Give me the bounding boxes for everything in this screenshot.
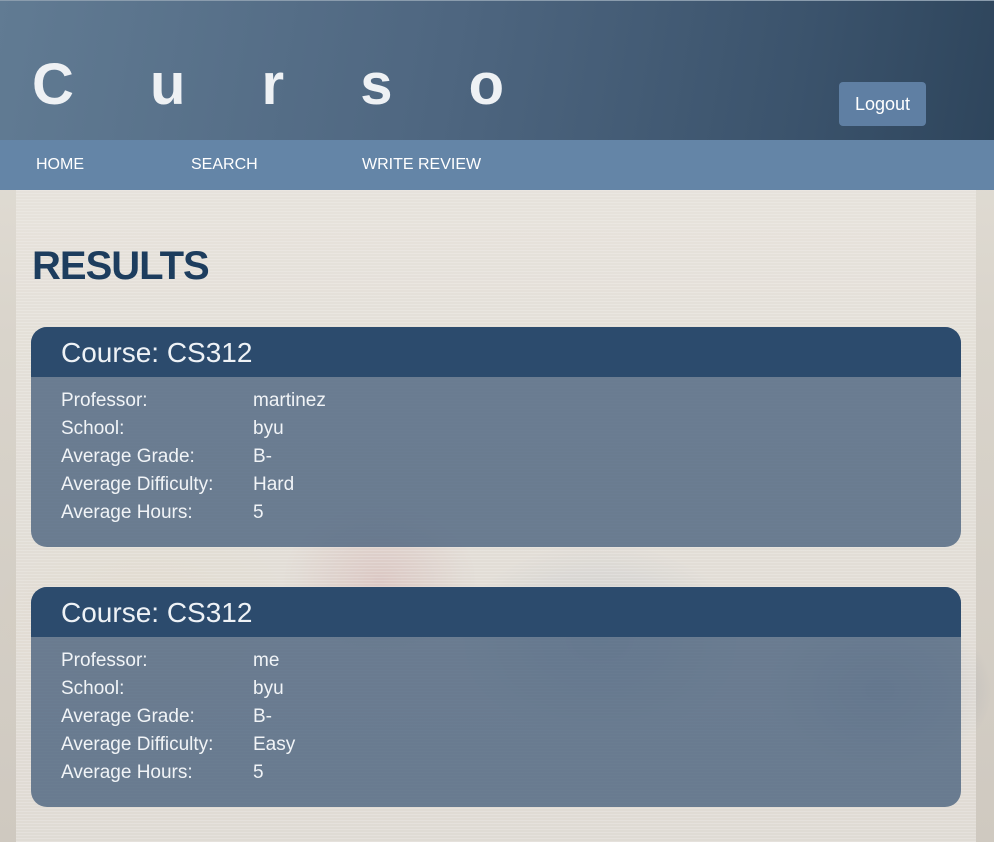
- difficulty-value: Easy: [253, 734, 296, 755]
- difficulty-label: Average Difficulty:: [61, 734, 214, 755]
- school-row: School: byu: [61, 675, 961, 703]
- main-content: RESULTS Course: CS312 Professor: martine…: [16, 190, 976, 842]
- hours-row: Average Hours: 5: [61, 759, 961, 787]
- nav-home[interactable]: HOME: [36, 140, 84, 190]
- school-value: byu: [253, 678, 284, 699]
- grade-value: B-: [253, 446, 272, 467]
- hours-row: Average Hours: 5: [61, 499, 961, 527]
- school-label: School:: [61, 418, 125, 439]
- grade-value: B-: [253, 706, 272, 727]
- difficulty-row: Average Difficulty: Easy: [61, 731, 961, 759]
- nav-write-review[interactable]: WRITE REVIEW: [362, 140, 481, 190]
- hours-value: 5: [253, 502, 264, 523]
- professor-label: Professor:: [61, 390, 148, 411]
- difficulty-label: Average Difficulty:: [61, 474, 214, 495]
- course-details: Professor: me School: byu Average Grade:…: [31, 637, 961, 787]
- site-header: C u r s o Logout: [0, 0, 994, 140]
- course-title: Course: CS312: [31, 587, 961, 637]
- school-value: byu: [253, 418, 284, 439]
- course-details: Professor: martinez School: byu Average …: [31, 377, 961, 527]
- grade-row: Average Grade: B-: [61, 443, 961, 471]
- grade-row: Average Grade: B-: [61, 703, 961, 731]
- professor-row: Professor: martinez: [61, 387, 961, 415]
- nav-bar: HOME SEARCH WRITE REVIEW: [0, 140, 994, 190]
- school-row: School: byu: [61, 415, 961, 443]
- hours-label: Average Hours:: [61, 502, 193, 523]
- page-title: RESULTS: [32, 244, 210, 288]
- professor-value: martinez: [253, 390, 326, 411]
- difficulty-value: Hard: [253, 474, 295, 495]
- grade-label: Average Grade:: [61, 446, 195, 467]
- professor-value: me: [253, 650, 280, 671]
- hours-label: Average Hours:: [61, 762, 193, 783]
- grade-label: Average Grade:: [61, 706, 195, 727]
- logout-button[interactable]: Logout: [839, 82, 926, 126]
- hours-value: 5: [253, 762, 264, 783]
- professor-label: Professor:: [61, 650, 148, 671]
- site-logo[interactable]: C u r s o: [32, 53, 534, 117]
- nav-search[interactable]: SEARCH: [191, 140, 258, 190]
- result-card: Course: CS312 Professor: martinez School…: [31, 327, 961, 547]
- school-label: School:: [61, 678, 125, 699]
- difficulty-row: Average Difficulty: Hard: [61, 471, 961, 499]
- result-card: Course: CS312 Professor: me School: byu …: [31, 587, 961, 807]
- professor-row: Professor: me: [61, 647, 961, 675]
- course-title: Course: CS312: [31, 327, 961, 377]
